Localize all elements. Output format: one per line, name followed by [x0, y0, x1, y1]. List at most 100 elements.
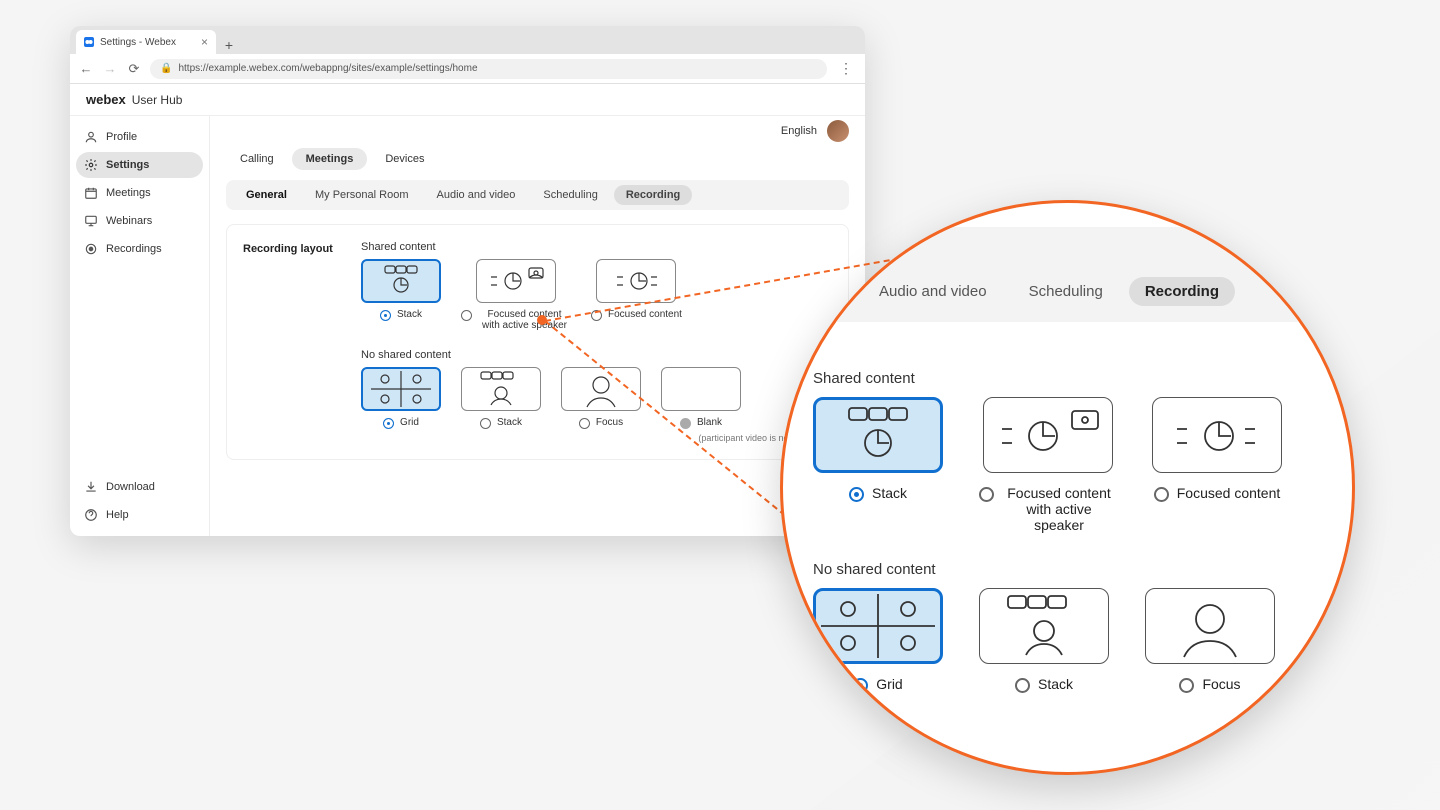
sidebar-item-label: Meetings [106, 187, 151, 199]
mag-shared-title: Shared content [813, 370, 1282, 387]
brand-logo: webex [86, 92, 126, 107]
brand-subtitle: User Hub [132, 93, 183, 107]
record-icon [84, 242, 98, 256]
radio-label: Focused content [608, 309, 682, 320]
radio-icon [849, 487, 864, 502]
browser-tab[interactable]: Settings - Webex × [76, 30, 216, 54]
tab-general[interactable]: General [234, 185, 299, 205]
radio-stack[interactable]: Stack [380, 309, 422, 321]
reload-icon[interactable]: ⟳ [126, 61, 142, 77]
tab-meetings[interactable]: Meetings [292, 148, 368, 170]
radio-label: Focus [596, 417, 623, 428]
mag-thumb-stack[interactable] [813, 397, 943, 473]
layout-thumb-grid[interactable] [361, 367, 441, 411]
layout-thumb-stack[interactable] [361, 259, 441, 303]
sidebar-item-webinars[interactable]: Webinars [76, 208, 203, 234]
sidebar-item-label: Help [106, 509, 129, 521]
tab-mypersonalroom[interactable]: My Personal Room [303, 185, 421, 205]
sidebar-item-label: Settings [106, 159, 149, 171]
secondary-tabs: General My Personal Room Audio and video… [226, 180, 849, 210]
radio-icon [1154, 487, 1169, 502]
webex-favicon-icon [84, 37, 94, 47]
radio-label: Stack [872, 485, 907, 501]
sidebar-item-recordings[interactable]: Recordings [76, 236, 203, 262]
tab-calling[interactable]: Calling [226, 148, 288, 170]
radio-blank[interactable]: Blank [680, 417, 722, 429]
new-tab-button[interactable]: + [220, 36, 238, 54]
radio-label: Focus [1202, 676, 1240, 692]
sidebar-item-label: Profile [106, 131, 137, 143]
radio-label: Stack [1038, 676, 1073, 692]
radio-icon [979, 487, 994, 502]
forward-icon[interactable]: → [102, 61, 118, 76]
radio-label: Stack [397, 309, 422, 320]
primary-tabs: Calling Meetings Devices [226, 148, 849, 170]
tab-recording[interactable]: Recording [614, 185, 692, 205]
radio-nostack[interactable]: Stack [480, 417, 522, 429]
radio-label: Focused content with active speaker [478, 309, 571, 331]
sidebar: Profile Settings Meetings Webinars [70, 116, 210, 536]
mag-thumb-focused[interactable] [1152, 397, 1282, 473]
recording-layout-panel: Recording layout Shared content [226, 224, 849, 460]
sidebar-item-label: Download [106, 481, 155, 493]
mag-tab-recording[interactable]: Recording [1129, 277, 1235, 306]
url-input[interactable]: 🔒 https://example.webex.com/webappng/sit… [150, 59, 827, 79]
sidebar-item-label: Recordings [106, 243, 162, 255]
radio-focus[interactable]: Focus [579, 417, 623, 429]
layout-thumb-focused-speaker[interactable] [476, 259, 556, 303]
sidebar-item-meetings[interactable]: Meetings [76, 180, 203, 206]
mag-thumb-grid[interactable] [813, 588, 943, 664]
layout-thumb-blank[interactable] [661, 367, 741, 411]
radio-icon [1179, 678, 1194, 693]
mag-radio-nostack[interactable]: Stack [1015, 676, 1073, 693]
lock-icon: 🔒 [160, 63, 172, 74]
radio-label: Grid [400, 417, 419, 428]
browser-addr-bar: ← → ⟳ 🔒 https://example.webex.com/webapp… [70, 54, 865, 84]
radio-icon [480, 418, 491, 429]
mag-tab-audiovideo[interactable]: Audio and video [863, 277, 1003, 306]
gear-icon [84, 158, 98, 172]
radio-grid[interactable]: Grid [383, 417, 419, 429]
mag-thumb-nostack[interactable] [979, 588, 1109, 664]
blank-note: (participant video is not recorded) [361, 433, 832, 443]
radio-icon [1015, 678, 1030, 693]
panel-title: Recording layout [243, 241, 361, 255]
radio-label: Focused content with active speaker [1002, 485, 1116, 533]
avatar[interactable] [827, 120, 849, 142]
browser-menu-icon[interactable]: ⋮ [835, 60, 857, 77]
close-tab-icon[interactable]: × [201, 35, 208, 49]
radio-icon [579, 418, 590, 429]
mag-thumb-focus[interactable] [1145, 588, 1275, 664]
radio-label: Grid [876, 676, 902, 692]
tab-audiovideo[interactable]: Audio and video [425, 185, 528, 205]
mag-radio-stack[interactable]: Stack [849, 485, 907, 502]
mag-secondary-tabs: Audio and video Scheduling Recording [780, 227, 1302, 322]
mag-radio-focused[interactable]: Focused content [1154, 485, 1281, 502]
radio-label: Stack [497, 417, 522, 428]
language-selector[interactable]: English [781, 125, 817, 137]
noshared-title: No shared content [361, 349, 832, 361]
main-content: English Calling Meetings Devices General… [210, 116, 865, 536]
radio-label: Focused content [1177, 485, 1281, 501]
mag-radio-focus[interactable]: Focus [1179, 676, 1240, 693]
back-icon[interactable]: ← [78, 61, 94, 76]
tab-scheduling[interactable]: Scheduling [531, 185, 609, 205]
browser-tab-title: Settings - Webex [100, 37, 176, 48]
magnifier-zoom: Audio and video Scheduling Recording Sha… [780, 200, 1355, 775]
sidebar-item-settings[interactable]: Settings [76, 152, 203, 178]
mag-tab-scheduling[interactable]: Scheduling [1013, 277, 1119, 306]
layout-thumb-nostack[interactable] [461, 367, 541, 411]
tab-devices[interactable]: Devices [371, 148, 438, 170]
sidebar-item-download[interactable]: Download [76, 474, 203, 500]
mag-thumb-focused-speaker[interactable] [983, 397, 1113, 473]
mag-noshared-title: No shared content [813, 561, 1282, 578]
layout-thumb-focused[interactable] [596, 259, 676, 303]
app-header: webex User Hub [70, 84, 865, 116]
sidebar-item-help[interactable]: Help [76, 502, 203, 528]
mag-radio-focused-speaker[interactable]: Focused content with active speaker [979, 485, 1116, 533]
sidebar-item-profile[interactable]: Profile [76, 124, 203, 150]
profile-icon [84, 130, 98, 144]
mag-radio-grid[interactable]: Grid [853, 676, 902, 693]
radio-icon [461, 310, 472, 321]
browser-tab-bar: Settings - Webex × + [70, 26, 865, 54]
